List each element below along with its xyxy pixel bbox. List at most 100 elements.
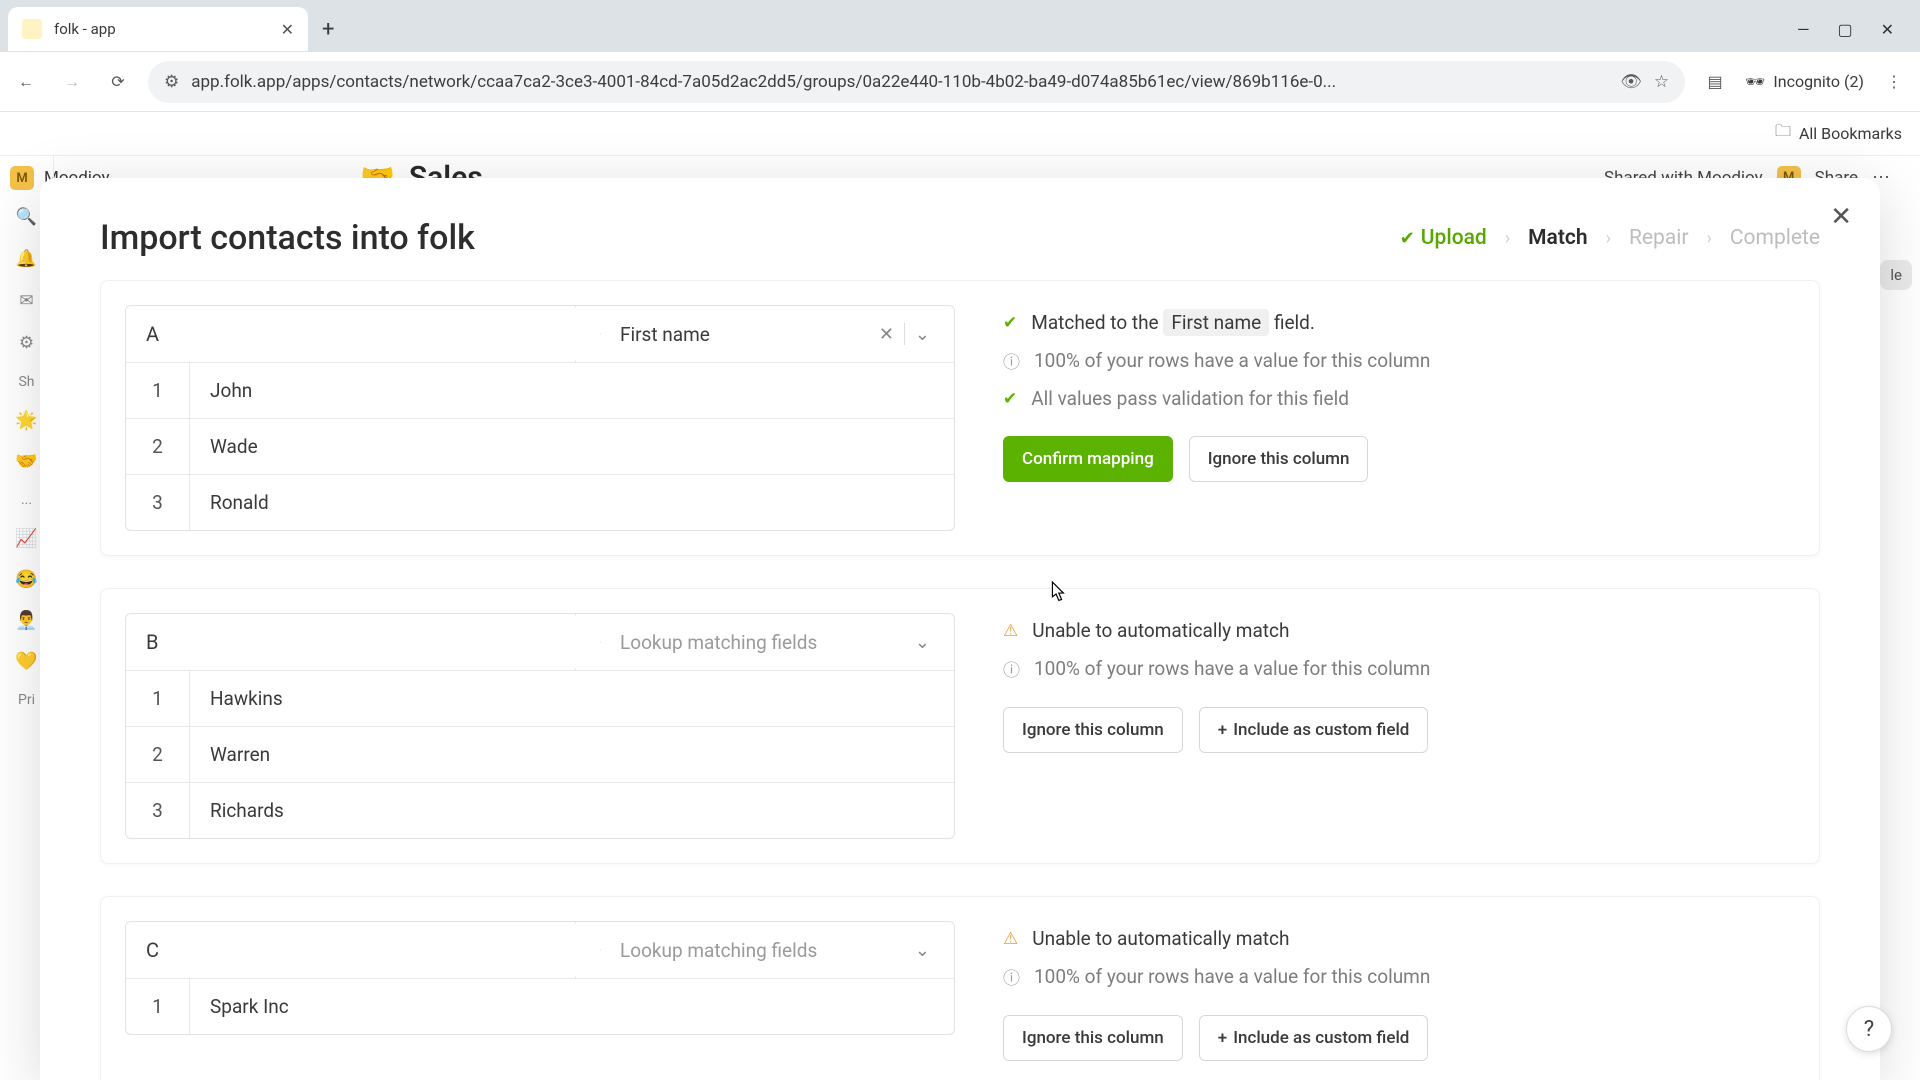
check-icon: ✔ — [1003, 313, 1017, 333]
preview-row: 1John — [126, 362, 954, 418]
status-matched: ✔Matched to the First name field. — [1003, 311, 1795, 334]
nav-back-button[interactable]: ← — [10, 66, 42, 98]
mail-icon[interactable]: ✉ — [16, 290, 38, 312]
window-close-icon[interactable]: ✕ — [1881, 20, 1894, 39]
row-value: John — [190, 363, 954, 418]
window-maximize-icon[interactable]: ▢ — [1837, 20, 1852, 39]
column-card: BLookup matching fields⌄1Hawkins2Warren3… — [100, 588, 1820, 864]
step-upload: ✔ Upload — [1400, 226, 1487, 250]
incognito-badge[interactable]: 🕶 Incognito (2) — [1745, 72, 1864, 91]
sidebar-section-shared: Sh — [18, 374, 34, 390]
row-number: 3 — [126, 475, 190, 530]
confirm-mapping-button[interactable]: Confirm mapping — [1003, 436, 1173, 482]
field-select-value: Lookup matching fields — [620, 939, 905, 962]
new-tab-button[interactable]: + — [308, 17, 348, 42]
row-value: Ronald — [190, 475, 954, 530]
eye-off-icon[interactable]: 👁 — [1620, 72, 1642, 92]
browser-tab[interactable]: folk - app ✕ — [8, 7, 308, 51]
step-upload-label: Upload — [1421, 226, 1487, 250]
modal-title: Import contacts into folk — [100, 218, 1360, 258]
modal-close-button[interactable]: ✕ — [1830, 202, 1852, 232]
column-card: CLookup matching fields⌄1Spark Inc⚠Unabl… — [100, 896, 1820, 1080]
warning-icon: ⚠ — [1003, 621, 1018, 641]
status-coverage: ⓘ100% of your rows have a value for this… — [1003, 656, 1795, 681]
group-icon-5[interactable]: 👨‍💼 — [15, 610, 37, 631]
chevron-down-icon[interactable]: ⌄ — [905, 632, 940, 653]
ignore-column-button[interactable]: Ignore this column — [1189, 436, 1369, 482]
sidebar-section-private: Pri — [18, 692, 35, 708]
site-info-icon[interactable]: ⚙ — [164, 72, 179, 92]
view-toggle-clip[interactable]: le — [1880, 260, 1912, 290]
step-repair: Repair — [1629, 226, 1689, 250]
row-number: 3 — [126, 783, 190, 838]
tab-title: folk - app — [54, 20, 269, 38]
field-select[interactable]: Lookup matching fields⌄ — [576, 922, 954, 978]
import-modal: ✕ Import contacts into folk ✔ Upload › M… — [40, 178, 1880, 1080]
plus-icon: + — [1218, 1028, 1227, 1048]
field-select[interactable]: First name✕⌄ — [576, 306, 954, 362]
step-complete-label: Complete — [1730, 226, 1820, 250]
row-number: 1 — [126, 979, 190, 1034]
incognito-label: Incognito (2) — [1773, 72, 1864, 91]
status-coverage: ⓘ100% of your rows have a value for this… — [1003, 348, 1795, 373]
bookmark-star-icon[interactable]: ☆ — [1654, 72, 1669, 92]
browser-menu-icon[interactable]: ⋮ — [1878, 66, 1910, 98]
info-icon: ⓘ — [1003, 656, 1020, 681]
include-custom-field-button[interactable]: + Include as custom field — [1199, 1015, 1429, 1061]
info-icon: ⓘ — [1003, 964, 1020, 989]
clear-icon[interactable]: ✕ — [869, 324, 904, 345]
check-icon: ✔ — [1400, 228, 1415, 249]
preview-row: 3Ronald — [126, 474, 954, 530]
chevron-right-icon: › — [1706, 228, 1711, 249]
field-select[interactable]: Lookup matching fields⌄ — [576, 614, 954, 670]
folder-icon: 🗀 — [1775, 120, 1791, 147]
status-unmatched: ⚠Unable to automatically match — [1003, 927, 1795, 950]
help-icon: ? — [1864, 1017, 1874, 1042]
row-number: 1 — [126, 671, 190, 726]
row-value: Hawkins — [190, 671, 954, 726]
plus-icon: + — [1218, 720, 1227, 740]
chevron-down-icon[interactable]: ⌄ — [905, 940, 940, 961]
row-number: 2 — [126, 727, 190, 782]
all-bookmarks-button[interactable]: 🗀 All Bookmarks — [1775, 120, 1902, 147]
chevron-right-icon: › — [1606, 228, 1611, 249]
group-icon-2[interactable]: 🤝 — [15, 451, 37, 472]
search-icon[interactable]: 🔍 — [16, 206, 38, 228]
column-letter: B — [126, 614, 576, 670]
row-value: Wade — [190, 419, 954, 474]
all-bookmarks-label: All Bookmarks — [1799, 124, 1902, 143]
window-minimize-icon[interactable]: — — [1797, 20, 1810, 39]
group-icon-3[interactable]: 📈 — [15, 528, 37, 549]
preview-row: 1Hawkins — [126, 670, 954, 726]
status-validation: ✔All values pass validation for this fie… — [1003, 387, 1795, 410]
help-button[interactable]: ? — [1846, 1006, 1892, 1052]
gear-icon[interactable]: ⚙ — [16, 332, 38, 354]
group-icon-4[interactable]: 😂 — [15, 569, 37, 590]
reading-list-icon[interactable]: ▤ — [1699, 66, 1731, 98]
stepper: ✔ Upload › Match › Repair › Complete — [1400, 226, 1820, 250]
ignore-column-button[interactable]: Ignore this column — [1003, 1015, 1183, 1061]
chevron-down-icon[interactable]: ⌄ — [905, 324, 940, 345]
column-card: AFirst name✕⌄1John2Wade3Ronald✔Matched t… — [100, 280, 1820, 556]
step-match-label: Match — [1528, 226, 1587, 250]
address-bar-input[interactable] — [191, 72, 1608, 92]
nav-reload-button[interactable]: ⟳ — [102, 66, 134, 98]
row-number: 1 — [126, 363, 190, 418]
include-custom-field-button[interactable]: + Include as custom field — [1199, 707, 1429, 753]
bell-icon[interactable]: 🔔 — [16, 248, 38, 270]
info-icon: ⓘ — [1003, 348, 1020, 373]
ignore-column-button[interactable]: Ignore this column — [1003, 707, 1183, 753]
incognito-icon: 🕶 — [1745, 72, 1765, 91]
preview-row: 2Warren — [126, 726, 954, 782]
row-value: Richards — [190, 783, 954, 838]
nav-forward-button[interactable]: → — [56, 66, 88, 98]
status-unmatched: ⚠Unable to automatically match — [1003, 619, 1795, 642]
column-letter: C — [126, 922, 576, 978]
sidebar-more-icon[interactable]: ... — [21, 492, 32, 508]
preview-row: 3Richards — [126, 782, 954, 838]
column-letter: A — [126, 306, 576, 362]
close-tab-icon[interactable]: ✕ — [281, 20, 294, 39]
row-value: Spark Inc — [190, 979, 954, 1034]
group-icon-1[interactable]: 🌟 — [15, 410, 37, 431]
group-icon-6[interactable]: 💛 — [15, 651, 37, 672]
